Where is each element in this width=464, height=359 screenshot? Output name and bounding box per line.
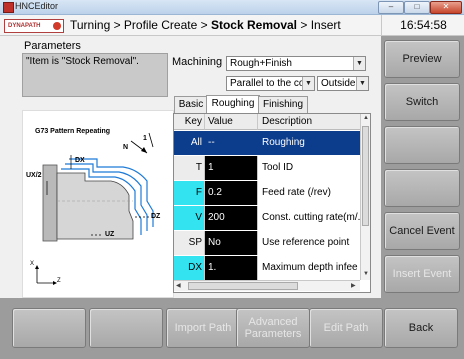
tab-finishing[interactable]: Finishing <box>258 96 308 113</box>
column-header-value: Value <box>205 114 257 130</box>
maximize-button[interactable]: □ <box>404 1 430 14</box>
logo-mark-icon <box>53 22 61 30</box>
g73-pattern-diagram: G73 Pattern Repeating N 1 DX UX/2 DZ UZ … <box>22 110 174 298</box>
breadcrumb: Turning > Profile Create > Stock Removal… <box>70 18 341 32</box>
scrollbar-thumb[interactable] <box>188 282 298 290</box>
message-text: "Item is "Stock Removal". <box>26 56 139 67</box>
row-description: Maximum depth infee <box>257 256 360 280</box>
scroll-left-icon[interactable]: ◀ <box>176 282 181 289</box>
chevron-down-icon: ▼ <box>353 57 365 70</box>
window-title-bar: HNCEditor – □ ✕ <box>0 0 464 15</box>
label-x-axis: X <box>30 261 35 267</box>
leader-line <box>148 132 154 148</box>
row-key: V <box>174 206 205 230</box>
toolpath-illustration <box>35 132 154 285</box>
row-value[interactable]: 1 <box>205 156 257 180</box>
machining-select[interactable]: Rough+Finish ▼ <box>226 56 366 71</box>
switch-button[interactable]: Switch <box>384 83 460 121</box>
tab-roughing[interactable]: Roughing <box>206 95 260 113</box>
clock: 16:54:58 <box>381 15 464 36</box>
table-row[interactable]: SP No Use reference point <box>174 231 360 255</box>
blank-softkey-bottom-1[interactable] <box>12 308 86 348</box>
direction-select-value: Parallel to the co <box>230 78 305 89</box>
insert-event-button[interactable]: Insert Event <box>384 255 460 293</box>
workpiece-shape <box>56 172 134 240</box>
import-path-button[interactable]: Import Path <box>166 308 240 348</box>
row-value[interactable]: 1. <box>205 256 257 280</box>
bottom-button-bar: Import Path Advanced Parameters Edit Pat… <box>0 298 464 359</box>
label-z-axis: Z <box>57 278 61 284</box>
column-header-description: Description <box>257 114 360 130</box>
side-select-value: Outside <box>321 78 356 89</box>
row-key: DX <box>174 256 205 280</box>
breadcrumb-tail: > Insert <box>297 18 341 32</box>
row-description: Const. cutting rate(m/. <box>257 206 360 230</box>
direction-select[interactable]: Parallel to the co ▼ <box>226 76 315 91</box>
row-description: Tool ID <box>257 156 360 180</box>
parameters-title: Parameters <box>24 40 81 52</box>
row-description: Use reference point <box>257 231 360 255</box>
diagram-title: G73 Pattern Repeating <box>35 128 111 135</box>
table-row[interactable]: DX 1. Maximum depth infee <box>174 256 360 280</box>
side-select[interactable]: Outside ▼ <box>317 76 369 91</box>
dynapath-logo: DYNAPATH <box>4 19 64 33</box>
breadcrumb-path: Turning > Profile Create > <box>70 18 211 32</box>
tab-basic[interactable]: Basic <box>174 96 208 113</box>
parameter-table: Key Value Description All -- Roughing T … <box>173 113 371 293</box>
label-uz: UZ <box>105 231 115 238</box>
row-description: Feed rate (/rev) <box>257 181 360 205</box>
row-description: Roughing <box>257 131 360 155</box>
blank-softkey-1[interactable] <box>384 126 460 164</box>
machining-select-value: Rough+Finish <box>230 58 292 69</box>
row-key: All <box>174 131 205 155</box>
scrollbar-thumb[interactable] <box>362 126 369 226</box>
blank-softkey-bottom-2[interactable] <box>89 308 163 348</box>
row-key: SP <box>174 231 205 255</box>
advanced-parameters-button[interactable]: Advanced Parameters <box>236 308 310 348</box>
table-row[interactable]: All -- Roughing <box>174 131 360 155</box>
edit-path-button[interactable]: Edit Path <box>309 308 383 348</box>
minimize-button[interactable]: – <box>378 1 404 14</box>
label-n: N <box>123 144 129 151</box>
message-box: "Item is "Stock Removal". <box>22 53 168 97</box>
scroll-down-icon[interactable]: ▼ <box>363 271 369 277</box>
back-button[interactable]: Back <box>384 308 458 348</box>
label-1: 1 <box>143 135 147 142</box>
row-value[interactable]: -- <box>205 131 257 155</box>
header-bar: DYNAPATH Turning > Profile Create > Stoc… <box>0 15 381 36</box>
table-row[interactable]: T 1 Tool ID <box>174 156 360 180</box>
cancel-event-button[interactable]: Cancel Event <box>384 212 460 250</box>
close-button[interactable]: ✕ <box>430 1 462 14</box>
app-icon <box>3 2 14 13</box>
column-header-key: Key <box>174 114 205 130</box>
logo-text: DYNAPATH <box>8 23 41 29</box>
table-row[interactable]: F 0.2 Feed rate (/rev) <box>174 181 360 205</box>
breadcrumb-current: Stock Removal <box>210 18 298 32</box>
arrow-head <box>141 147 147 153</box>
vertical-scrollbar[interactable]: ▲ ▼ <box>360 114 370 280</box>
axis-indicator <box>36 267 55 284</box>
row-value[interactable]: 200 <box>205 206 257 230</box>
machining-label: Machining <box>172 56 223 68</box>
label-dz: DZ <box>151 213 161 220</box>
window-title: HNCEditor <box>15 1 59 11</box>
preview-button[interactable]: Preview <box>384 40 460 78</box>
label-ux2: UX/2 <box>26 172 42 179</box>
row-key: T <box>174 156 205 180</box>
chuck-shape <box>42 164 58 242</box>
scroll-right-icon[interactable]: ▶ <box>351 282 356 289</box>
chevron-down-icon: ▼ <box>356 77 368 90</box>
table-row[interactable]: V 200 Const. cutting rate(m/. <box>174 206 360 230</box>
horizontal-scrollbar[interactable]: ◀ ▶ <box>174 280 360 291</box>
arrow-up-icon <box>35 265 39 269</box>
table-header: Key Value Description <box>174 114 360 130</box>
scroll-up-icon[interactable]: ▲ <box>363 115 369 121</box>
row-value[interactable]: No <box>205 231 257 255</box>
label-dx: DX <box>75 157 85 164</box>
right-button-panel: Preview Switch Cancel Event Insert Event <box>381 36 464 298</box>
row-value[interactable]: 0.2 <box>205 181 257 205</box>
row-key: F <box>174 181 205 205</box>
blank-softkey-2[interactable] <box>384 169 460 207</box>
chevron-down-icon: ▼ <box>302 77 314 90</box>
